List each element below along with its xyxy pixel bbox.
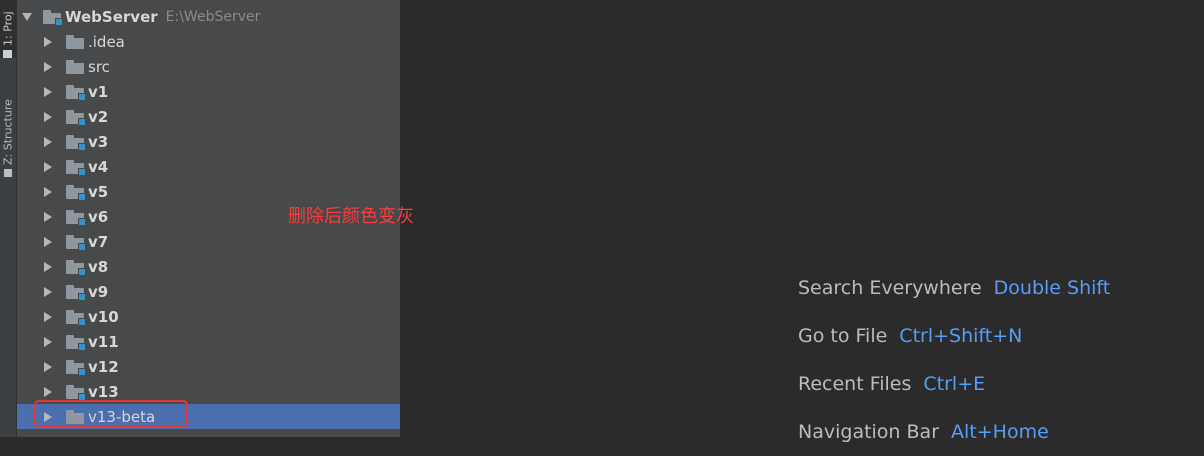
module-folder-icon bbox=[66, 234, 86, 251]
hint-row: Recent Files Ctrl+E bbox=[798, 360, 1110, 408]
tree-item-label: v1 bbox=[88, 82, 109, 101]
tree-item-label: v4 bbox=[88, 157, 109, 176]
chevron-right-icon[interactable] bbox=[44, 311, 52, 322]
tree-item[interactable]: v10 bbox=[17, 304, 400, 329]
chevron-right-icon[interactable] bbox=[44, 186, 52, 197]
tree-item-label: v13 bbox=[88, 382, 119, 401]
tree-item[interactable]: v8 bbox=[17, 254, 400, 279]
structure-tab-label: Z: Structure bbox=[1, 99, 15, 165]
module-folder-icon bbox=[66, 134, 86, 151]
tree-item-label: v5 bbox=[88, 182, 109, 201]
tree-item-label: .idea bbox=[88, 32, 125, 51]
module-folder-icon bbox=[43, 9, 63, 26]
tree-item-label: src bbox=[88, 57, 110, 76]
hint-row: Navigation Bar Alt+Home bbox=[798, 408, 1110, 456]
module-folder-icon bbox=[66, 259, 86, 276]
structure-icon bbox=[4, 169, 12, 177]
chevron-right-icon[interactable] bbox=[44, 236, 52, 247]
hint-label: Go to File bbox=[798, 325, 888, 347]
chevron-right-icon[interactable] bbox=[44, 336, 52, 347]
chevron-right-icon[interactable] bbox=[44, 161, 52, 172]
root-path: E:\WebServer bbox=[165, 8, 261, 25]
tree-item[interactable]: v9 bbox=[17, 279, 400, 304]
tree-item-label: v2 bbox=[88, 107, 109, 126]
folder-icon bbox=[3, 50, 13, 58]
project-tool-tab[interactable]: 1: Proj bbox=[0, 0, 16, 58]
tree-item[interactable]: src bbox=[17, 54, 400, 79]
module-folder-icon bbox=[66, 84, 86, 101]
chevron-right-icon[interactable] bbox=[44, 261, 52, 272]
tree-item-label: v6 bbox=[88, 207, 109, 226]
hint-row: Search Everywhere Double Shift bbox=[798, 264, 1110, 312]
hint-row: Go to File Ctrl+Shift+N bbox=[798, 312, 1110, 360]
module-folder-icon bbox=[66, 209, 86, 226]
chevron-right-icon[interactable] bbox=[44, 211, 52, 222]
hint-label: Search Everywhere bbox=[798, 277, 982, 299]
editor-empty-hints: Search Everywhere Double Shift Go to File C… bbox=[798, 264, 1110, 456]
chevron-right-icon[interactable] bbox=[44, 111, 52, 122]
module-folder-icon bbox=[66, 109, 86, 126]
hint-shortcut[interactable]: Ctrl+E bbox=[923, 373, 985, 395]
chevron-down-icon[interactable] bbox=[22, 12, 32, 21]
hint-shortcut[interactable]: Double Shift bbox=[994, 277, 1111, 299]
project-tab-label: 1: Proj bbox=[1, 11, 15, 46]
chevron-right-icon[interactable] bbox=[44, 136, 52, 147]
tree-item[interactable]: v5 bbox=[17, 179, 400, 204]
root-label: WebServer bbox=[65, 7, 158, 26]
hint-label: Navigation Bar bbox=[798, 421, 940, 443]
tree-item[interactable]: v11 bbox=[17, 329, 400, 354]
hint-label: Recent Files bbox=[798, 373, 912, 395]
module-folder-icon bbox=[66, 284, 86, 301]
hint-shortcut[interactable]: Ctrl+Shift+N bbox=[899, 325, 1022, 347]
tree-item[interactable]: v12 bbox=[17, 354, 400, 379]
chevron-right-icon[interactable] bbox=[44, 86, 52, 97]
tree-item[interactable]: v3 bbox=[17, 129, 400, 154]
tree-item[interactable]: v2 bbox=[17, 104, 400, 129]
annotation-note: 删除后颜色变灰 bbox=[288, 206, 414, 227]
module-folder-icon bbox=[66, 184, 86, 201]
module-folder-icon bbox=[66, 309, 86, 326]
tree-item-label: v10 bbox=[88, 307, 119, 326]
tree-item-label: v11 bbox=[88, 332, 119, 351]
module-folder-icon bbox=[66, 334, 86, 351]
structure-tool-tab[interactable]: Z: Structure bbox=[0, 82, 16, 177]
tool-window-strip: 1: Proj Z: Structure bbox=[0, 0, 17, 437]
tree-item-label: v8 bbox=[88, 257, 109, 276]
chevron-right-icon[interactable] bbox=[44, 36, 52, 47]
tree-item-label: v12 bbox=[88, 357, 119, 376]
tree-root[interactable]: WebServer E:\WebServer bbox=[17, 4, 400, 29]
tree-item-label: v3 bbox=[88, 132, 109, 151]
tree-item-label: v7 bbox=[88, 232, 109, 251]
tree-item[interactable]: .idea bbox=[17, 29, 400, 54]
tree-item-label: v9 bbox=[88, 282, 109, 301]
chevron-right-icon[interactable] bbox=[44, 61, 52, 72]
highlight-box bbox=[34, 400, 188, 428]
tree-item[interactable]: v1 bbox=[17, 79, 400, 104]
hint-shortcut[interactable]: Alt+Home bbox=[951, 421, 1049, 443]
module-folder-icon bbox=[66, 384, 86, 401]
chevron-right-icon[interactable] bbox=[44, 361, 52, 372]
folder-icon bbox=[66, 59, 84, 74]
chevron-right-icon[interactable] bbox=[44, 386, 52, 397]
chevron-right-icon[interactable] bbox=[44, 286, 52, 297]
tree-item[interactable]: v7 bbox=[17, 229, 400, 254]
module-folder-icon bbox=[66, 359, 86, 376]
tree-item[interactable]: v4 bbox=[17, 154, 400, 179]
module-folder-icon bbox=[66, 159, 86, 176]
folder-icon bbox=[66, 34, 84, 49]
